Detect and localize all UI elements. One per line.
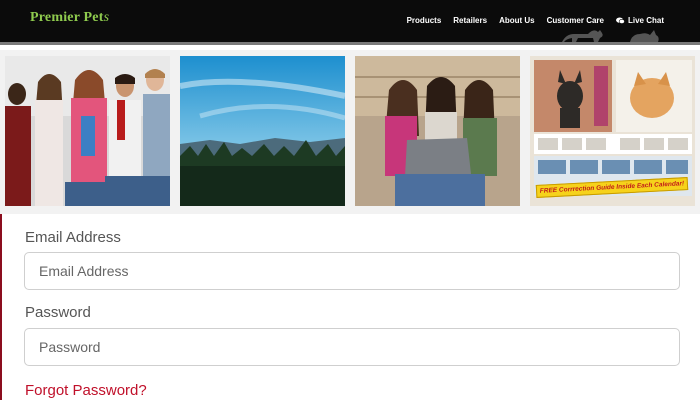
photo-group-of-friends	[5, 56, 170, 206]
site-logo[interactable]: Premier Pets	[30, 10, 109, 26]
email-label: Email Address	[25, 229, 121, 246]
password-label: Password	[25, 304, 91, 321]
site-header: Premier Pets Products Retailers About Us…	[0, 0, 700, 42]
forgot-password-link[interactable]: Forgot Password?	[25, 382, 147, 399]
logo-script-text: s	[103, 10, 110, 25]
photo-friends-laptop	[355, 56, 520, 206]
nav-retailers[interactable]: Retailers	[453, 16, 487, 25]
pet-silhouettes-icon	[562, 30, 659, 42]
photo-gallery: FREE Corrrection Guide Inside Each Calen…	[0, 50, 700, 214]
logo-text: Premier Pet	[30, 10, 104, 25]
email-input[interactable]	[24, 252, 680, 290]
nav-about-us[interactable]: About Us	[499, 16, 535, 25]
photo-forest-sky	[180, 56, 345, 206]
password-input[interactable]	[24, 328, 680, 366]
header-divider	[0, 42, 700, 45]
nav-products[interactable]: Products	[407, 16, 442, 25]
form-accent-rule	[0, 214, 2, 400]
photo-pet-calendar: FREE Corrrection Guide Inside Each Calen…	[530, 56, 695, 206]
